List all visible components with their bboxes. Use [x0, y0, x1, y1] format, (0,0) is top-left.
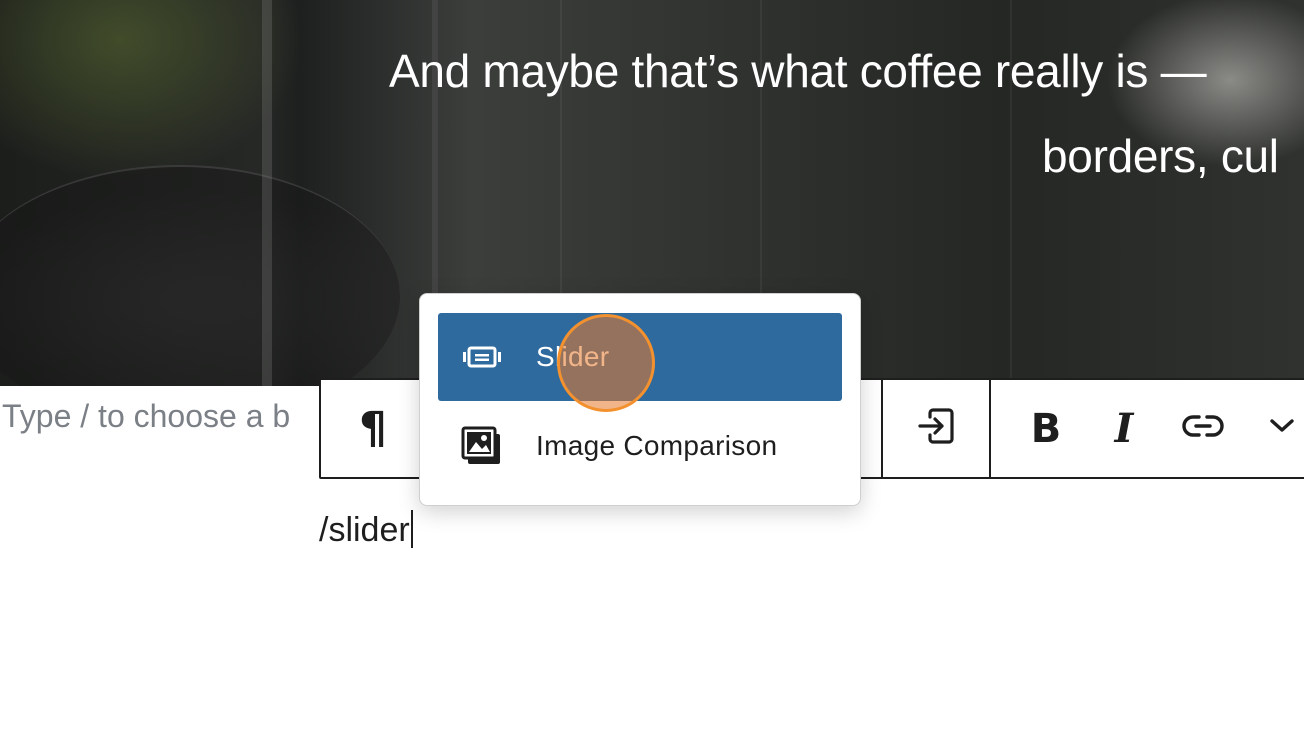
paragraph-placeholder[interactable]: Type / to choose a b — [2, 398, 322, 435]
bold-icon: B — [1030, 405, 1062, 452]
image-comparison-icon — [460, 426, 504, 466]
autocomplete-option-label: Image Comparison — [536, 430, 778, 461]
pilcrow-icon: ¶ — [359, 403, 387, 454]
login-arrow-icon — [916, 407, 956, 450]
slider-icon — [460, 346, 504, 368]
bold-button[interactable]: B — [1011, 380, 1081, 477]
text-caret — [410, 510, 413, 548]
italic-icon: I — [1114, 405, 1134, 452]
chevron-down-icon — [1269, 418, 1295, 439]
cover-pole — [262, 0, 272, 386]
typed-text: /slider — [319, 511, 410, 549]
block-autocomplete-popover: Slider Image Comparison — [419, 293, 861, 506]
toolbar-divider — [989, 380, 991, 477]
paragraph-block-button[interactable]: ¶ — [321, 380, 425, 477]
cover-text-line-1: And maybe that’s what coffee really is — — [389, 45, 1207, 97]
more-options-button[interactable] — [1247, 380, 1304, 477]
click-indicator — [557, 314, 655, 412]
italic-button[interactable]: I — [1089, 380, 1159, 477]
transform-button[interactable] — [883, 380, 989, 477]
cover-text-line-2: borders, cul — [1042, 130, 1279, 182]
link-button[interactable] — [1167, 380, 1239, 477]
slash-command-input[interactable]: /slider — [319, 510, 413, 550]
cover-bowl-shape — [0, 165, 400, 386]
link-icon — [1182, 413, 1224, 444]
autocomplete-option-image-comparison[interactable]: Image Comparison — [438, 402, 842, 490]
